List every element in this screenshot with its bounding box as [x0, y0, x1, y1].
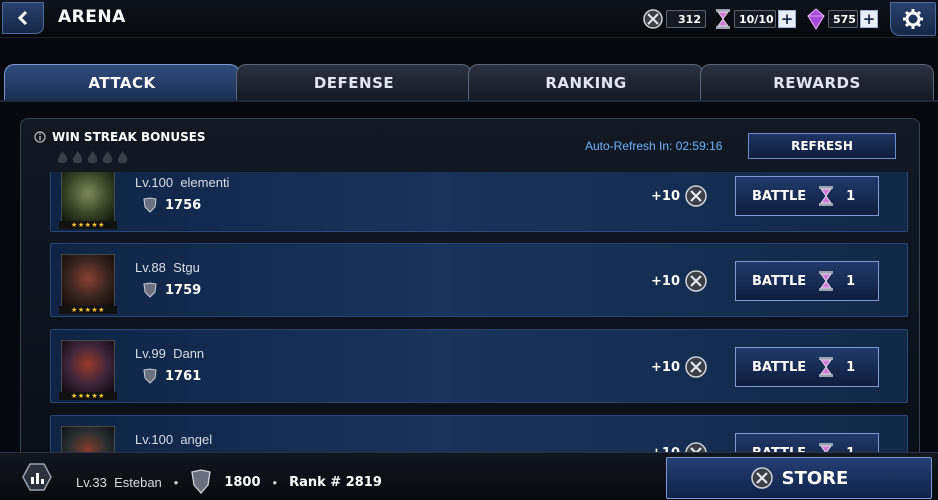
flame-icon	[87, 151, 98, 164]
flame-icon	[117, 151, 128, 164]
energy-count: 10/10	[734, 10, 776, 28]
arena-coin-icon	[685, 270, 707, 292]
hourglass-icon	[819, 271, 834, 291]
separator-dot: •	[272, 474, 278, 490]
battle-button[interactable]: BATTLE 1	[735, 261, 879, 301]
arena-coin-icon	[685, 356, 707, 378]
arena-coin-currency: 312	[642, 9, 706, 29]
settings-button[interactable]	[890, 2, 936, 36]
player-level-name: Lv.33 Esteban	[76, 474, 162, 490]
win-streak-label: WIN STREAK BONUSES	[52, 130, 206, 144]
flame-icon	[102, 151, 113, 164]
chevron-left-icon	[17, 10, 28, 26]
tab-ranking[interactable]: RANKING	[468, 64, 704, 100]
energy-currency: 10/10 +	[714, 9, 796, 29]
arena-coin-icon	[685, 185, 707, 207]
opponent-reward: +10	[651, 355, 708, 379]
top-bar: ARENA 312 10/10 + 575 +	[0, 0, 938, 38]
store-button[interactable]: STORE	[666, 457, 932, 499]
win-streak-header: WIN STREAK BONUSES	[34, 130, 206, 144]
page-title: ARENA	[58, 7, 126, 27]
star-rating: ★★★★★	[59, 392, 117, 400]
crystal-currency: 575 +	[806, 8, 878, 30]
arena-coin-icon	[750, 467, 773, 489]
crystal-count: 575	[828, 10, 858, 28]
opponent-level-name: Lv.88 Stgu	[135, 260, 200, 275]
player-rating: 1800	[224, 474, 261, 490]
hourglass-icon	[819, 186, 834, 206]
shield-rank-icon	[143, 368, 157, 384]
opponent-reward: +10	[651, 269, 708, 293]
add-energy-button[interactable]: +	[778, 10, 796, 28]
bottom-bar: Lv.33 Esteban • 1800 • Rank # 2819 STORE	[0, 452, 938, 500]
flame-icon	[57, 151, 68, 164]
gear-icon	[903, 9, 923, 29]
shield-rank-icon	[191, 469, 212, 494]
flame-icon	[72, 151, 83, 164]
info-icon[interactable]	[34, 131, 46, 143]
opponent-rating: 1761	[143, 368, 201, 384]
shield-rank-icon	[143, 282, 157, 298]
arena-coin-count: 312	[666, 10, 706, 28]
hourglass-icon	[716, 9, 730, 29]
separator-dot: •	[173, 474, 179, 490]
opponent-row[interactable]: ★★★★★ Lv.100 elementi 1756 +10 BATTLE 1	[50, 172, 908, 232]
opponent-list: ★★★★★ Lv.100 elementi 1756 +10 BATTLE 1 …	[20, 172, 920, 458]
arena-coin-icon	[643, 9, 663, 29]
opponent-row[interactable]: ★★★★★ Lv.88 Stgu 1759 +10 BATTLE 1	[50, 243, 908, 317]
tab-bar: ATTACK DEFENSE RANKING REWARDS	[0, 64, 938, 102]
opponent-level-name: Lv.100 angel	[135, 432, 213, 447]
tab-rewards[interactable]: REWARDS	[700, 64, 934, 100]
star-rating: ★★★★★	[59, 221, 117, 229]
back-button[interactable]	[2, 2, 44, 34]
opponent-portrait	[61, 254, 115, 308]
opponent-level-name: Lv.99 Dann	[135, 346, 205, 361]
player-rank: Rank # 2819	[289, 474, 382, 490]
refresh-button[interactable]: REFRESH	[748, 133, 896, 159]
battle-button[interactable]: BATTLE 1	[735, 347, 879, 387]
tab-divider	[0, 100, 938, 102]
tab-defense[interactable]: DEFENSE	[236, 64, 472, 100]
opponent-rating: 1759	[143, 282, 201, 298]
crystal-icon	[807, 8, 825, 30]
tab-attack[interactable]: ATTACK	[4, 64, 240, 100]
opponent-portrait	[61, 340, 115, 394]
opponent-reward: +10	[651, 184, 708, 208]
player-info: Lv.33 Esteban • 1800 • Rank # 2819	[76, 469, 382, 495]
shield-rank-icon	[143, 197, 157, 213]
opponent-rating: 1756	[143, 197, 201, 213]
win-streak-flames	[56, 150, 129, 165]
star-rating: ★★★★★	[59, 306, 117, 314]
opponent-level-name: Lv.100 elementi	[135, 175, 230, 190]
stats-icon[interactable]	[22, 463, 52, 491]
auto-refresh-timer: Auto-Refresh In: 02:59:16	[585, 139, 723, 153]
battle-button[interactable]: BATTLE 1	[735, 176, 879, 216]
opponent-portrait	[61, 172, 115, 223]
opponent-row[interactable]: ★★★★★ Lv.99 Dann 1761 +10 BATTLE 1	[50, 329, 908, 403]
add-crystal-button[interactable]: +	[860, 10, 878, 28]
hourglass-icon	[819, 357, 834, 377]
